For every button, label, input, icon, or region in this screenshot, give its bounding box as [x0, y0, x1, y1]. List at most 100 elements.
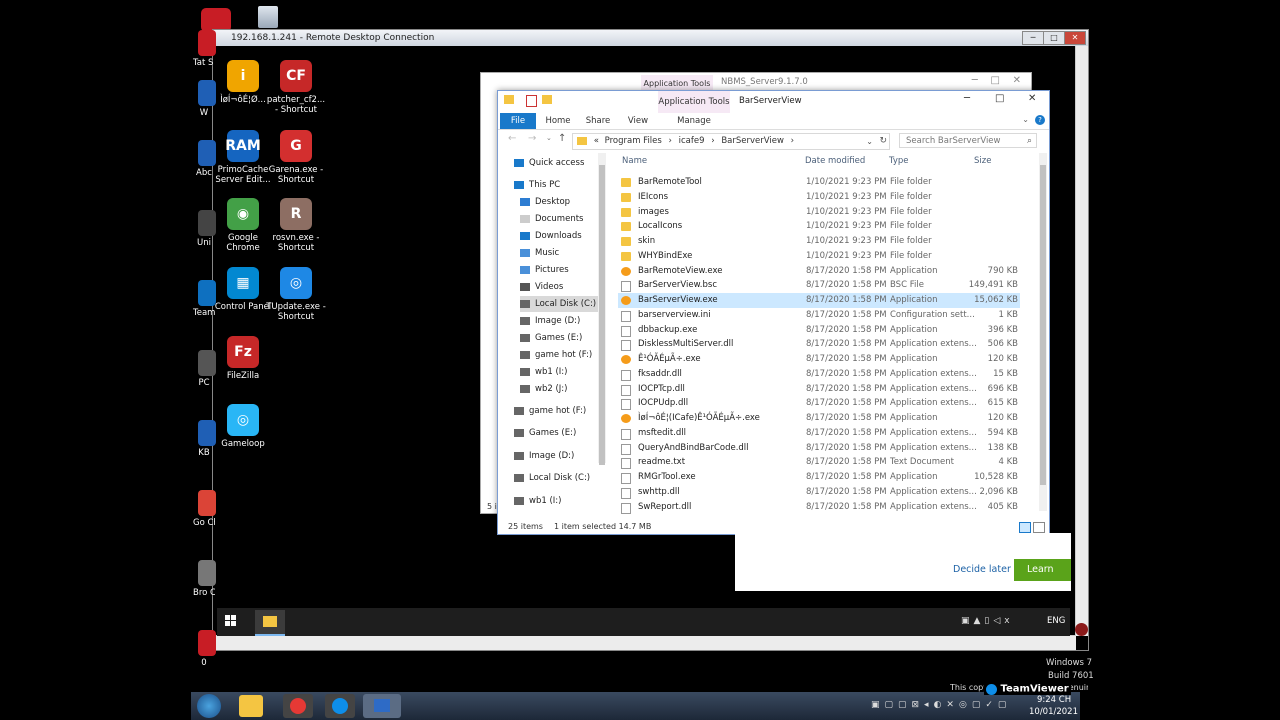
address-box[interactable]: « Program Files › icafe9 › BarServerView…	[572, 133, 890, 150]
minimize-button[interactable]: ─	[1022, 31, 1044, 45]
file-row[interactable]: IOCPTcp.dll 8/17/2020 1:58 PM Application …	[618, 382, 1020, 397]
taskbar-explorer-button[interactable]	[255, 610, 285, 636]
file-row[interactable]: RMGrTool.exe 8/17/2020 1:58 PM Application…	[618, 470, 1020, 485]
maximize-button[interactable]: □	[1043, 31, 1065, 45]
breadcrumb-overflow[interactable]: «	[594, 136, 599, 146]
details-view-icon[interactable]	[1019, 522, 1031, 533]
file-row[interactable]: BarRemoteTool 1/10/2021 9:23 PM File folde…	[618, 175, 1020, 190]
properties-icon[interactable]	[526, 95, 537, 107]
file-row[interactable]: SwReport.dll 8/17/2020 1:58 PM Application…	[618, 500, 1020, 515]
column-header-name[interactable]: Name	[622, 153, 647, 169]
nav-item[interactable]: Videos	[520, 279, 563, 295]
explorer-minimize-button[interactable]: ─	[964, 93, 970, 104]
nav-item[interactable]: wb1 (I:)	[520, 364, 567, 380]
nav-item[interactable]: Quick access	[514, 155, 584, 171]
tab-file[interactable]: File	[500, 113, 536, 129]
rdp-vertical-scrollbar[interactable]	[1075, 46, 1088, 636]
file-row[interactable]: BarServerView.exe 8/17/2020 1:58 PM Applic…	[618, 293, 1020, 308]
nav-scrollbar[interactable]	[598, 153, 606, 465]
clock-date[interactable]: 10/01/2021	[1029, 707, 1078, 717]
desktop-shortcut[interactable]: G Garena.exe - Shortcut	[265, 130, 327, 185]
file-row[interactable]: QueryAndBindBarCode.dll 8/17/2020 1:58 PM…	[618, 441, 1020, 456]
outer-tray-icons[interactable]: ▣▢▢⊠◂◐✕◎▢✓▢	[871, 700, 1011, 710]
nav-scroll-thumb[interactable]	[599, 165, 605, 465]
file-row[interactable]: readme.txt 8/17/2020 1:58 PM Text Document…	[618, 455, 1020, 470]
breadcrumb-separator[interactable]: ›	[669, 136, 672, 146]
nav-item[interactable]: wb1 (I:)	[514, 493, 561, 509]
up-icon[interactable]: ↑	[558, 133, 566, 144]
desktop-shortcut[interactable]: Fz FileZilla	[212, 336, 274, 381]
explorer-maximize-button[interactable]: □	[995, 93, 1004, 104]
rdp-horizontal-scrollbar[interactable]	[213, 635, 1076, 650]
desktop-shortcut[interactable]: Rrosvn.exe - Shortcut	[265, 198, 327, 253]
desktop-shortcut[interactable]: ◎ TUpdate.exe - Shortcut	[265, 267, 327, 322]
windows-start-orb[interactable]	[197, 694, 221, 718]
search-input[interactable]: Search BarServerView ⌕	[899, 133, 1037, 148]
taskbar-explorer-icon[interactable]	[239, 695, 263, 717]
learn-more-button[interactable]: Learn mo	[1014, 559, 1071, 581]
tab-share[interactable]: Share	[582, 113, 614, 129]
outer-desktop-icon[interactable]	[198, 630, 216, 656]
breadcrumb-barserverview[interactable]: BarServerView	[721, 136, 784, 146]
nav-item[interactable]: Image (D:)	[520, 313, 580, 329]
desktop-shortcut[interactable]: ◎ Gameloop	[212, 404, 274, 449]
file-row[interactable]: images 1/10/2021 9:23 PM File folder	[618, 205, 1020, 220]
explorer-window[interactable]: Application Tools BarServerView ─ □ ✕ Fi…	[497, 90, 1050, 535]
breadcrumb-separator[interactable]: ›	[791, 136, 794, 146]
back-icon[interactable]: ←	[508, 133, 516, 144]
address-dropdown-icon[interactable]: ⌄	[866, 134, 873, 149]
column-header-size[interactable]: Size	[974, 153, 991, 169]
file-row[interactable]: skin 1/10/2021 9:23 PM File folder	[618, 234, 1020, 249]
nav-item[interactable]: Image (D:)	[514, 448, 574, 464]
nav-item[interactable]: game hot (F:)	[514, 403, 586, 419]
desktop-shortcut[interactable]: CF patcher_cf2... - Shortcut	[265, 60, 327, 115]
explorer-close-button[interactable]: ✕	[1028, 93, 1036, 104]
recycle-bin-icon[interactable]	[258, 6, 278, 28]
decide-later-button[interactable]: Decide later	[953, 564, 1011, 575]
tab-view[interactable]: View	[622, 113, 654, 129]
file-row[interactable]: DisklessMultiServer.dll 8/17/2020 1:58 PM…	[618, 337, 1020, 352]
taskbar-rdp-icon[interactable]	[363, 694, 401, 718]
breadcrumb-icafe9[interactable]: icafe9	[679, 136, 705, 146]
column-header-type[interactable]: Type	[889, 153, 909, 169]
file-list-scroll-thumb[interactable]	[1040, 165, 1046, 485]
bg-window-controls[interactable]: ─ □ ✕	[972, 75, 1021, 86]
tray-icons[interactable]: ▣▲▯◁x	[961, 616, 1045, 628]
file-row[interactable]: fksaddr.dll 8/17/2020 1:58 PM Application …	[618, 367, 1020, 382]
tab-manage[interactable]: Manage	[674, 113, 714, 129]
nav-item[interactable]: Music	[520, 245, 559, 261]
clock-time[interactable]: 9:24 CH	[1037, 695, 1071, 705]
file-row[interactable]: msftedit.dll 8/17/2020 1:58 PM Application…	[618, 426, 1020, 441]
forward-icon[interactable]: →	[528, 133, 536, 144]
taskbar-teamviewer-icon[interactable]	[325, 694, 355, 718]
nav-item[interactable]: game hot (F:)	[520, 347, 592, 363]
nav-item[interactable]: Games (E:)	[514, 425, 576, 441]
help-icon[interactable]: ?	[1035, 115, 1045, 125]
tab-home[interactable]: Home	[542, 113, 574, 129]
file-row[interactable]: IEIcons 1/10/2021 9:23 PM File folder	[618, 190, 1020, 205]
file-row[interactable]: BarRemoteView.exe 8/17/2020 1:58 PM Applic…	[618, 264, 1020, 279]
breadcrumb-separator[interactable]: ›	[711, 136, 714, 146]
file-row[interactable]: ÌøÍ¬ôÉ¦(ICafe)Ê¹ÓÃÉµÃ÷.exe 8/17/2020 1:58…	[618, 411, 1020, 426]
start-button[interactable]	[225, 615, 237, 627]
recent-dropdown-icon[interactable]: ⌄	[546, 134, 552, 142]
outer-desktop-icon[interactable]	[198, 30, 216, 56]
nav-item[interactable]: Downloads	[520, 228, 582, 244]
file-row[interactable]: Ê¹ÓÃÉµÃ÷.exe 8/17/2020 1:58 PM Application…	[618, 352, 1020, 367]
nav-item[interactable]: Games (E:)	[520, 330, 582, 346]
nav-item[interactable]: This PC	[514, 177, 560, 193]
file-row[interactable]: BarServerView.bsc 8/17/2020 1:58 PM BSC Fi…	[618, 278, 1020, 293]
nav-item[interactable]: Local Disk (C:)	[514, 470, 590, 486]
refresh-icon[interactable]: ↻	[879, 134, 887, 149]
nav-item[interactable]: wb2 (J:)	[520, 381, 567, 397]
bg-window-app-tools-tab[interactable]: Application Tools	[641, 75, 713, 91]
nav-item[interactable]: Local Disk (C:)	[520, 296, 602, 312]
column-header-date[interactable]: Date modified	[805, 153, 865, 169]
quick-access-toolbar[interactable]	[504, 95, 566, 107]
new-folder-icon[interactable]	[542, 95, 552, 104]
nav-item[interactable]: Pictures	[520, 262, 569, 278]
large-icons-view-icon[interactable]	[1033, 522, 1045, 533]
outer-desktop-icon[interactable]	[198, 490, 216, 516]
input-language[interactable]: ENG	[1047, 616, 1065, 626]
close-button[interactable]: ✕	[1064, 31, 1086, 45]
